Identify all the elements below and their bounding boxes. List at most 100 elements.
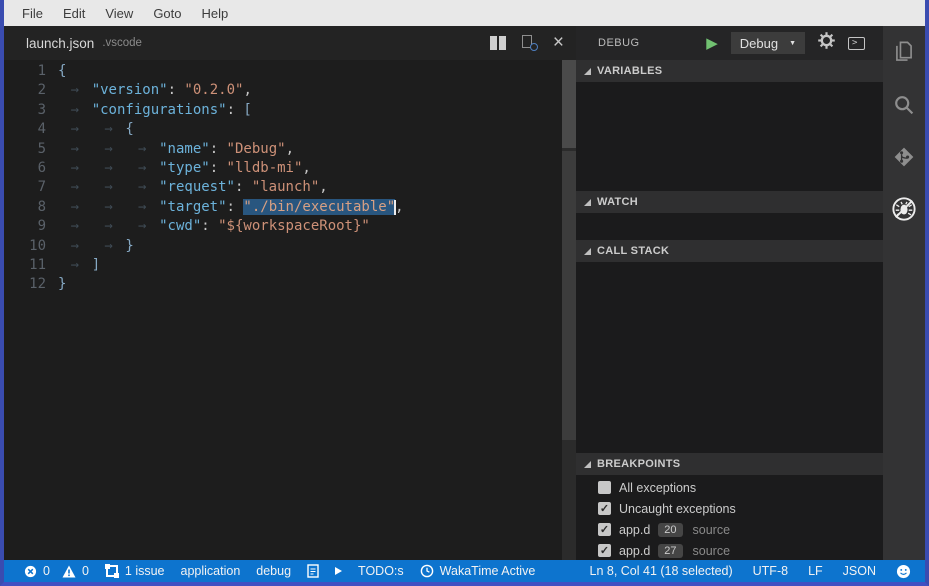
status-bar: 0 0 1 issue application debug TODO:s Wak…: [4, 560, 925, 582]
wakatime-status-item[interactable]: WakaTime Active: [420, 564, 536, 578]
checkbox-checked[interactable]: ✓: [598, 523, 611, 536]
feedback-smiley-icon[interactable]: [896, 564, 911, 579]
section-expand-icon: [584, 461, 591, 468]
scrollbar-track-segment: [562, 151, 576, 440]
menu-file[interactable]: File: [12, 2, 53, 25]
line-number: 4: [4, 120, 58, 139]
breakpoint-row[interactable]: ✓ app.d 27 source: [576, 540, 883, 560]
tab-launch-json[interactable]: launch.json: [26, 36, 94, 51]
breakpoint-row[interactable]: ✓ Uncaught exceptions: [576, 498, 883, 519]
code-line[interactable]: 3→"configurations": [: [4, 101, 576, 120]
encoding-item[interactable]: UTF-8: [753, 564, 788, 578]
code-line[interactable]: 11→]: [4, 256, 576, 275]
eol-item[interactable]: LF: [808, 564, 823, 578]
chevron-down-icon: ▼: [789, 40, 796, 47]
debug-icon[interactable]: [891, 196, 917, 222]
cursor-position-item[interactable]: Ln 8, Col 41 (18 selected): [590, 564, 733, 578]
line-number: 8: [4, 198, 58, 217]
menu-help[interactable]: Help: [192, 2, 239, 25]
line-number: 5: [4, 140, 58, 159]
menu-goto[interactable]: Goto: [143, 2, 191, 25]
error-count: 0: [43, 564, 50, 578]
code-line[interactable]: 5→→→"name": "Debug",: [4, 140, 576, 159]
line-text: →→{: [58, 120, 134, 139]
document-icon[interactable]: [307, 564, 319, 578]
open-preview-icon[interactable]: [521, 35, 538, 51]
line-text: →]: [58, 256, 100, 275]
close-icon[interactable]: ×: [553, 35, 564, 51]
issues-status-item[interactable]: 1 issue: [105, 564, 165, 578]
debug-config-value: Debug: [740, 36, 778, 51]
todos-status-item[interactable]: TODO:s: [358, 564, 404, 578]
line-text: →"version": "0.2.0",: [58, 81, 252, 100]
section-watch[interactable]: WATCH: [576, 191, 883, 213]
vscode-window: File Edit View Goto Help launch.json .vs…: [0, 0, 929, 586]
run-code-play-icon[interactable]: [335, 567, 342, 575]
code-line[interactable]: 10→→}: [4, 237, 576, 256]
breakpoints-list: All exceptions ✓ Uncaught exceptions ✓ app.d…: [576, 475, 883, 560]
section-variables[interactable]: VARIABLES: [576, 60, 883, 82]
line-number: 3: [4, 101, 58, 120]
code-line[interactable]: 9→→→"cwd": "${workspaceRoot}": [4, 217, 576, 236]
section-breakpoints[interactable]: BREAKPOINTS: [576, 453, 883, 475]
code-line[interactable]: 8→→→"target": "./bin/executable",: [4, 198, 576, 217]
breakpoint-row[interactable]: ✓app.d20source: [576, 519, 883, 540]
debug-config-dropdown[interactable]: Debug ▼: [731, 32, 805, 54]
breakpoint-label: app.d: [619, 523, 650, 537]
code-line[interactable]: 7→→→"request": "launch",: [4, 178, 576, 197]
line-text: {: [58, 62, 66, 81]
menu-bar: File Edit View Goto Help: [4, 0, 925, 26]
breakpoint-detail: source: [693, 544, 731, 558]
line-number: 12: [4, 275, 58, 294]
line-text: →→→"request": "launch",: [58, 178, 328, 197]
checkbox-checked[interactable]: ✓: [598, 502, 611, 515]
editor-column: launch.json .vscode × 1{2→"version": "0.…: [4, 26, 576, 560]
application-status-item[interactable]: application: [181, 564, 241, 578]
tab-folder-label: .vscode: [102, 37, 142, 49]
code-line[interactable]: 12}: [4, 275, 576, 294]
code-line[interactable]: 2→"version": "0.2.0",: [4, 81, 576, 100]
editor-scrollbar[interactable]: [562, 60, 576, 560]
call-stack-content: [576, 262, 883, 453]
search-icon[interactable]: [891, 92, 917, 118]
line-number-badge: 27: [658, 544, 682, 558]
problems-indicator[interactable]: 0 0: [24, 564, 89, 578]
warning-count: 0: [82, 564, 89, 578]
code-line[interactable]: 6→→→"type": "lldb-mi",: [4, 159, 576, 178]
debug-status-item[interactable]: debug: [256, 564, 291, 578]
code-area[interactable]: 1{2→"version": "0.2.0",3→"configurations…: [4, 60, 576, 560]
start-debug-play-icon[interactable]: ▶: [706, 36, 718, 51]
line-number: 10: [4, 237, 58, 256]
checkbox-unchecked[interactable]: [598, 481, 611, 494]
git-icon[interactable]: [891, 144, 917, 170]
editor-title-bar: launch.json .vscode ×: [4, 26, 576, 60]
menu-edit[interactable]: Edit: [53, 2, 95, 25]
debug-panel-title: DEBUG: [598, 37, 640, 49]
menu-view[interactable]: View: [95, 2, 143, 25]
scrollbar-thumb[interactable]: [562, 60, 576, 148]
debug-console-icon[interactable]: >: [848, 37, 865, 50]
line-text: →→→"name": "Debug",: [58, 140, 294, 159]
code-line[interactable]: 4→→{: [4, 120, 576, 139]
line-number: 11: [4, 256, 58, 275]
files-icon[interactable]: [891, 40, 917, 66]
split-editor-icon[interactable]: [490, 36, 506, 50]
debug-side-panel: DEBUG ▶ Debug ▼: [576, 26, 883, 560]
language-mode-item[interactable]: JSON: [843, 564, 876, 578]
section-call-stack[interactable]: CALL STACK: [576, 240, 883, 262]
line-text: }: [58, 275, 66, 294]
activity-bar: [883, 26, 925, 560]
gear-icon[interactable]: [818, 32, 835, 54]
code-line[interactable]: 1{: [4, 62, 576, 81]
line-number: 2: [4, 81, 58, 100]
breakpoint-label: Uncaught exceptions: [619, 502, 736, 516]
breakpoint-label: app.d: [619, 544, 650, 558]
error-icon: [24, 565, 37, 578]
clock-icon: [420, 564, 434, 578]
section-expand-icon: [584, 68, 591, 75]
line-text: →→→"cwd": "${workspaceRoot}": [58, 217, 370, 236]
breakpoint-detail: source: [693, 523, 731, 537]
breakpoint-row[interactable]: All exceptions: [576, 477, 883, 498]
checkbox-checked[interactable]: ✓: [598, 544, 611, 557]
line-number: 1: [4, 62, 58, 81]
